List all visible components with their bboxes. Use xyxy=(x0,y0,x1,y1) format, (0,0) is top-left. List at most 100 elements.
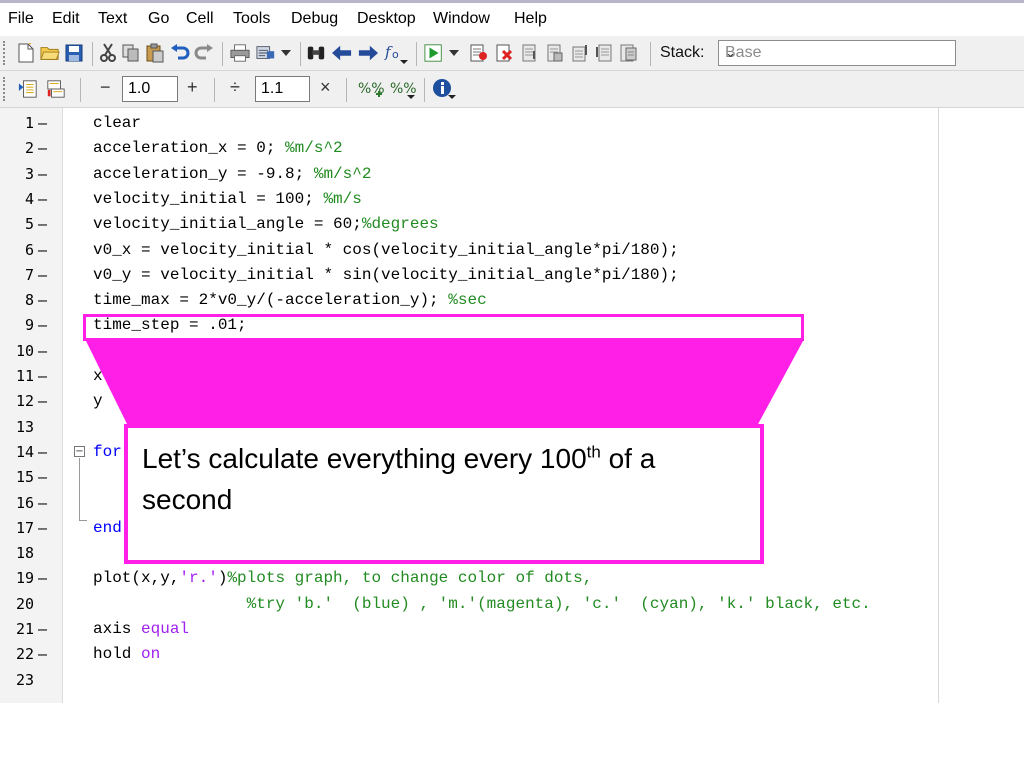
menu-file[interactable]: File xyxy=(8,10,34,28)
toolbar-separator xyxy=(300,42,301,66)
breakpoint-marker[interactable]: — xyxy=(38,569,47,587)
code-line[interactable]: 5— velocity_initial_angle = 60;%degrees xyxy=(0,211,1024,236)
code-line[interactable]: 3— acceleration_y = -9.8; %m/s^2 xyxy=(0,161,1024,186)
breakpoint-marker[interactable]: — xyxy=(38,266,47,284)
code-line[interactable]: 22— hold on xyxy=(0,641,1024,666)
breakpoint-marker[interactable]: — xyxy=(38,342,47,360)
menu-go[interactable]: Go xyxy=(148,10,169,28)
line-number: 8 xyxy=(24,291,34,310)
breakpoint-marker[interactable]: — xyxy=(38,139,47,157)
exit-debug-icon[interactable] xyxy=(618,43,638,63)
breakpoint-marker[interactable]: — xyxy=(38,519,47,537)
forward-arrow-icon[interactable] xyxy=(358,43,378,63)
code-line[interactable]: 6— v0_x = velocity_initial * cos(velocity… xyxy=(0,237,1024,262)
breakpoint-marker[interactable]: — xyxy=(38,291,47,309)
breakpoint-marker[interactable]: — xyxy=(38,645,47,663)
factor-value-field[interactable] xyxy=(255,76,310,102)
stack-dropdown[interactable]: Base ⌄ xyxy=(718,40,956,66)
run-dropdown-icon[interactable] xyxy=(448,43,460,63)
breakpoint-marker[interactable]: — xyxy=(38,620,47,638)
code-comment: %sec xyxy=(448,291,487,310)
divide-button[interactable]: ÷ xyxy=(230,77,240,98)
breakpoint-marker[interactable]: — xyxy=(38,494,47,512)
line-number: 12 xyxy=(15,392,34,411)
menu-text[interactable]: Text xyxy=(98,10,127,28)
function-icon[interactable]: fo xyxy=(384,43,410,64)
clear-breakpoint-icon[interactable] xyxy=(494,43,514,63)
evaluate-cell-icon[interactable] xyxy=(18,79,38,99)
redo-icon[interactable] xyxy=(194,43,214,63)
toolbar-grip[interactable] xyxy=(3,41,8,65)
line-number: 5 xyxy=(24,215,34,234)
menu-debug[interactable]: Debug xyxy=(291,10,338,28)
code-comment: %try 'b.' (blue) , 'm.'(magenta), 'c.' (… xyxy=(246,594,871,613)
cut-icon[interactable] xyxy=(98,43,118,63)
code-line[interactable]: 8— time_max = 2*v0_y/(-acceleration_y); %… xyxy=(0,287,1024,312)
code-line[interactable]: 20 %try 'b.' (blue) , 'm.'(magenta), 'c.… xyxy=(0,591,1024,616)
fold-toggle-icon[interactable]: − xyxy=(74,446,85,457)
breakpoint-marker[interactable]: — xyxy=(38,367,47,385)
toolbar-grip[interactable] xyxy=(3,77,8,101)
breakpoint-marker[interactable]: — xyxy=(38,190,47,208)
menu-window[interactable]: Window xyxy=(433,10,490,28)
set-breakpoint-icon[interactable] xyxy=(468,43,488,63)
breakpoint-marker[interactable]: — xyxy=(38,316,47,334)
step-in-icon[interactable] xyxy=(545,43,565,63)
back-arrow-icon[interactable] xyxy=(332,43,352,63)
menu-edit[interactable]: Edit xyxy=(52,10,80,28)
increment-value-field[interactable] xyxy=(122,76,178,102)
paste-icon[interactable] xyxy=(145,43,165,63)
code-line[interactable]: 23 xyxy=(0,667,1024,692)
menu-desktop[interactable]: Desktop xyxy=(357,10,416,28)
code-line[interactable]: 12— y xyxy=(0,388,1024,413)
code-keyword: end xyxy=(93,518,122,537)
run-icon[interactable] xyxy=(424,43,444,63)
insert-cell-percent-icon[interactable]: %% xyxy=(358,79,384,99)
breakpoint-marker[interactable]: — xyxy=(38,468,47,486)
factor-value-input[interactable] xyxy=(256,77,309,101)
breakpoint-marker[interactable]: — xyxy=(38,241,47,259)
code-line[interactable]: 19— plot(x,y,'r.')%plots graph, to change… xyxy=(0,565,1024,590)
find-files-icon[interactable] xyxy=(256,43,276,63)
decrement-button[interactable]: − xyxy=(100,77,111,98)
continue-icon[interactable] xyxy=(594,43,614,63)
cell-info-icon[interactable] xyxy=(432,79,458,99)
code-line[interactable]: 21— axis equal xyxy=(0,616,1024,641)
breakpoint-marker[interactable]: — xyxy=(38,443,47,461)
code-line[interactable]: 11— x xyxy=(0,363,1024,388)
line-number: 15 xyxy=(15,468,34,487)
menu-help[interactable]: Help xyxy=(514,10,547,28)
code-token: ) xyxy=(217,569,228,588)
binoculars-icon[interactable] xyxy=(306,43,326,63)
multiply-button[interactable]: × xyxy=(320,77,331,98)
code-line[interactable]: 4— velocity_initial = 100; %m/s xyxy=(0,186,1024,211)
breakpoint-marker[interactable]: — xyxy=(38,392,47,410)
code-line[interactable]: 10— xyxy=(0,338,1024,363)
menu-tools[interactable]: Tools xyxy=(233,10,270,28)
increment-button[interactable]: + xyxy=(187,77,198,98)
open-folder-icon[interactable] xyxy=(40,43,60,63)
undo-icon[interactable] xyxy=(170,43,190,63)
breakpoint-marker[interactable]: — xyxy=(38,215,47,233)
save-icon[interactable] xyxy=(64,43,84,63)
copy-icon[interactable] xyxy=(121,43,141,63)
code-text: plot(x,y,'r.')%plots graph, to change co… xyxy=(93,569,592,587)
increment-value-input[interactable] xyxy=(123,77,177,101)
cell-percent-dropdown-icon[interactable]: %% xyxy=(390,79,416,99)
code-editor[interactable]: 1— clear 2— acceleration_x = 0; %m/s^2 3— acc… xyxy=(0,108,1024,703)
menu-cell[interactable]: Cell xyxy=(186,10,214,28)
code-line[interactable]: 2— acceleration_x = 0; %m/s^2 xyxy=(0,135,1024,160)
evaluate-cell-advance-icon[interactable] xyxy=(46,79,66,99)
callout-superscript: th xyxy=(586,442,601,462)
step-out-icon[interactable] xyxy=(570,43,590,63)
breakpoint-marker[interactable]: — xyxy=(38,165,47,183)
code-line[interactable]: 7— v0_y = velocity_initial * sin(velocity… xyxy=(0,262,1024,287)
code-line[interactable]: 1— clear xyxy=(0,110,1024,135)
breakpoint-marker[interactable]: — xyxy=(38,114,47,132)
print-icon[interactable] xyxy=(230,43,250,63)
new-file-icon[interactable] xyxy=(16,43,36,63)
dropdown-icon[interactable] xyxy=(280,43,292,63)
code-text: for xyxy=(93,443,122,461)
step-icon[interactable] xyxy=(520,43,540,63)
code-token: clear xyxy=(93,114,142,132)
